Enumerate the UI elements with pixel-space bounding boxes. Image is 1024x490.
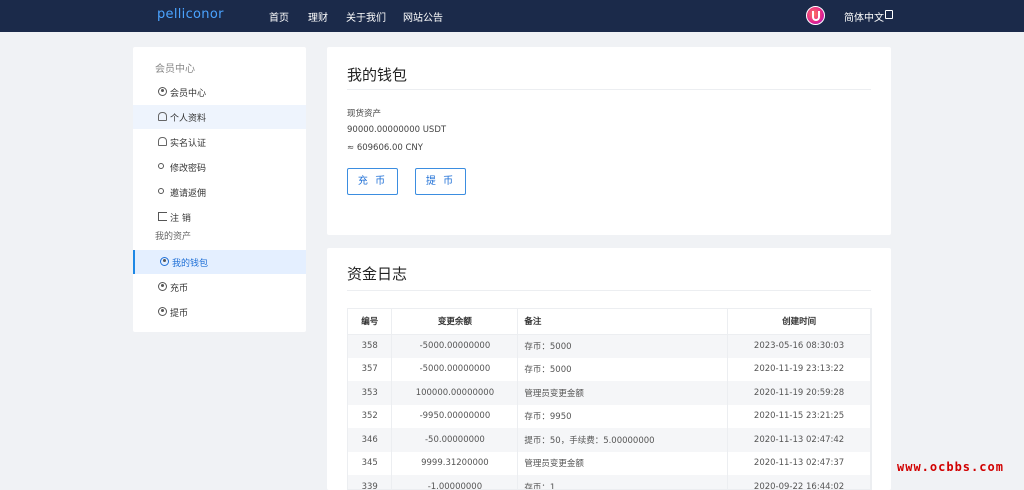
key-icon — [158, 163, 164, 169]
cell-id: 358 — [348, 334, 393, 358]
table-row: 353 100000.00000000 管理员变更金额 2020-11-19 2… — [348, 381, 871, 405]
nav-home[interactable]: 首页 — [269, 9, 289, 24]
nav-finance[interactable]: 理财 — [308, 9, 328, 24]
deposit-button[interactable]: 充 币 — [347, 168, 398, 195]
sidebar-item-label: 提币 — [170, 309, 189, 319]
language-selector[interactable]: 简体中文 — [844, 9, 884, 24]
cell-remark: 管理员变更金额 — [517, 381, 729, 405]
sidebar-item-label: 实名认证 — [170, 139, 207, 149]
wallet-title: 我的钱包 — [347, 66, 408, 84]
sidebar-item-label: 我的钱包 — [172, 259, 209, 269]
table-row: 346 -50.00000000 提币：50，手续费：5.00000000 20… — [348, 428, 871, 452]
nav-about[interactable]: 关于我们 — [346, 9, 386, 24]
asset-label: 现货资产 — [347, 109, 382, 119]
withdraw-button[interactable]: 提 币 — [415, 168, 466, 195]
user-circle-icon — [158, 87, 167, 96]
cell-remark: 存币：1 — [517, 475, 729, 489]
column-header-id: 编号 — [348, 309, 393, 335]
sidebar-group-my-assets: 我的资产 — [155, 232, 192, 242]
fund-log-title: 资金日志 — [347, 265, 408, 283]
user-circle-icon — [158, 282, 167, 291]
cell-balance-change: 100000.00000000 — [391, 381, 519, 405]
cell-balance-change: -5000.00000000 — [391, 334, 519, 358]
brand-logo[interactable]: pelliconor — [157, 7, 224, 22]
top-navbar: pelliconor 首页 理财 关于我们 网站公告 简体中文 — [0, 0, 1024, 32]
sidebar-item-label: 修改密码 — [170, 164, 207, 174]
language-icon[interactable] — [885, 10, 893, 19]
cell-created-time: 2020-11-13 02:47:42 — [727, 428, 871, 452]
table-row: 339 -1.00000000 存币：1 2020-09-22 16:44:02 — [348, 475, 871, 489]
sidebar-item-label: 会员中心 — [170, 89, 207, 99]
cell-id: 339 — [348, 475, 393, 489]
sidebar-item-logout[interactable]: 注 销 — [133, 205, 306, 229]
cell-created-time: 2020-09-22 16:44:02 — [727, 475, 871, 489]
nav-announcements[interactable]: 网站公告 — [403, 9, 443, 24]
sidebar-item-label: 注 销 — [170, 214, 191, 224]
cell-created-time: 2020-11-15 23:21:25 — [727, 404, 871, 428]
sidebar-item-change-password[interactable]: 修改密码 — [133, 155, 306, 179]
cell-id: 353 — [348, 381, 393, 405]
sidebar-item-profile[interactable]: 个人资料 — [133, 105, 306, 129]
table-body: 358 -5000.00000000 存币：5000 2023-05-16 08… — [348, 334, 871, 489]
table-header-row: 编号 变更余额 备注 创建时间 — [348, 309, 871, 335]
user-circle-icon — [158, 307, 167, 316]
avatar[interactable] — [806, 6, 825, 25]
key-icon — [158, 188, 164, 194]
table-row: 345 9999.31200000 管理员变更金额 2020-11-13 02:… — [348, 451, 871, 475]
table-row: 352 -9950.00000000 存币：9950 2020-11-15 23… — [348, 404, 871, 428]
sidebar-item-label: 邀请返佣 — [170, 189, 207, 199]
cell-created-time: 2023-05-16 08:30:03 — [727, 334, 871, 358]
divider — [347, 290, 871, 291]
column-header-balance-change: 变更余额 — [391, 309, 519, 335]
table-row: 358 -5000.00000000 存币：5000 2023-05-16 08… — [348, 334, 871, 358]
avatar-glyph-icon — [812, 11, 820, 21]
cell-id: 345 — [348, 451, 393, 475]
sidebar-item-referral[interactable]: 邀请返佣 — [133, 180, 306, 204]
wallet-card: 我的钱包 现货资产 90000.00000000 USDT ≈ 609606.0… — [327, 47, 891, 235]
cell-created-time: 2020-11-19 20:59:28 — [727, 381, 871, 405]
sign-out-icon — [158, 212, 167, 221]
column-header-remark: 备注 — [517, 309, 729, 335]
person-icon — [158, 112, 167, 121]
column-header-created-time: 创建时间 — [727, 309, 871, 335]
user-circle-icon — [160, 257, 169, 266]
cell-created-time: 2020-11-19 23:13:22 — [727, 357, 871, 381]
cell-id: 352 — [348, 404, 393, 428]
sidebar-item-member-center[interactable]: 会员中心 — [133, 80, 306, 104]
divider — [347, 89, 871, 90]
sidebar-item-label: 充币 — [170, 284, 189, 294]
watermark: www.ocbbs.com — [897, 460, 1004, 474]
cell-remark: 存币：9950 — [517, 404, 729, 428]
sidebar-group-member-center: 会员中心 — [155, 64, 195, 75]
cell-created-time: 2020-11-13 02:47:37 — [727, 451, 871, 475]
sidebar-item-withdraw[interactable]: 提币 — [133, 300, 306, 324]
cell-remark: 存币：5000 — [517, 334, 729, 358]
sidebar-item-my-wallet[interactable]: 我的钱包 — [133, 250, 306, 274]
sidebar-item-label: 个人资料 — [170, 114, 207, 124]
person-icon — [158, 137, 167, 146]
cell-remark: 存币：5000 — [517, 357, 729, 381]
cell-remark: 提币：50，手续费：5.00000000 — [517, 428, 729, 452]
cell-balance-change: -1.00000000 — [391, 475, 519, 489]
sidebar-item-deposit[interactable]: 充币 — [133, 275, 306, 299]
fund-log-table: 编号 变更余额 备注 创建时间 358 -5000.00000000 存币：50… — [348, 309, 871, 489]
cell-id: 357 — [348, 357, 393, 381]
cell-balance-change: -50.00000000 — [391, 428, 519, 452]
table-row: 357 -5000.00000000 存币：5000 2020-11-19 23… — [348, 357, 871, 381]
balance-usdt: 90000.00000000 USDT — [347, 125, 447, 135]
cell-balance-change: -5000.00000000 — [391, 357, 519, 381]
cell-balance-change: -9950.00000000 — [391, 404, 519, 428]
cell-id: 346 — [348, 428, 393, 452]
fund-log-table-container: 编号 变更余额 备注 创建时间 358 -5000.00000000 存币：50… — [347, 308, 872, 490]
sidebar-item-verification[interactable]: 实名认证 — [133, 130, 306, 154]
balance-cny: ≈ 609606.00 CNY — [347, 143, 423, 153]
sidebar: 会员中心 会员中心 个人资料 实名认证 修改密码 邀请返佣 注 销 我的资产 我… — [133, 47, 306, 332]
cell-balance-change: 9999.31200000 — [391, 451, 519, 475]
cell-remark: 管理员变更金额 — [517, 451, 729, 475]
